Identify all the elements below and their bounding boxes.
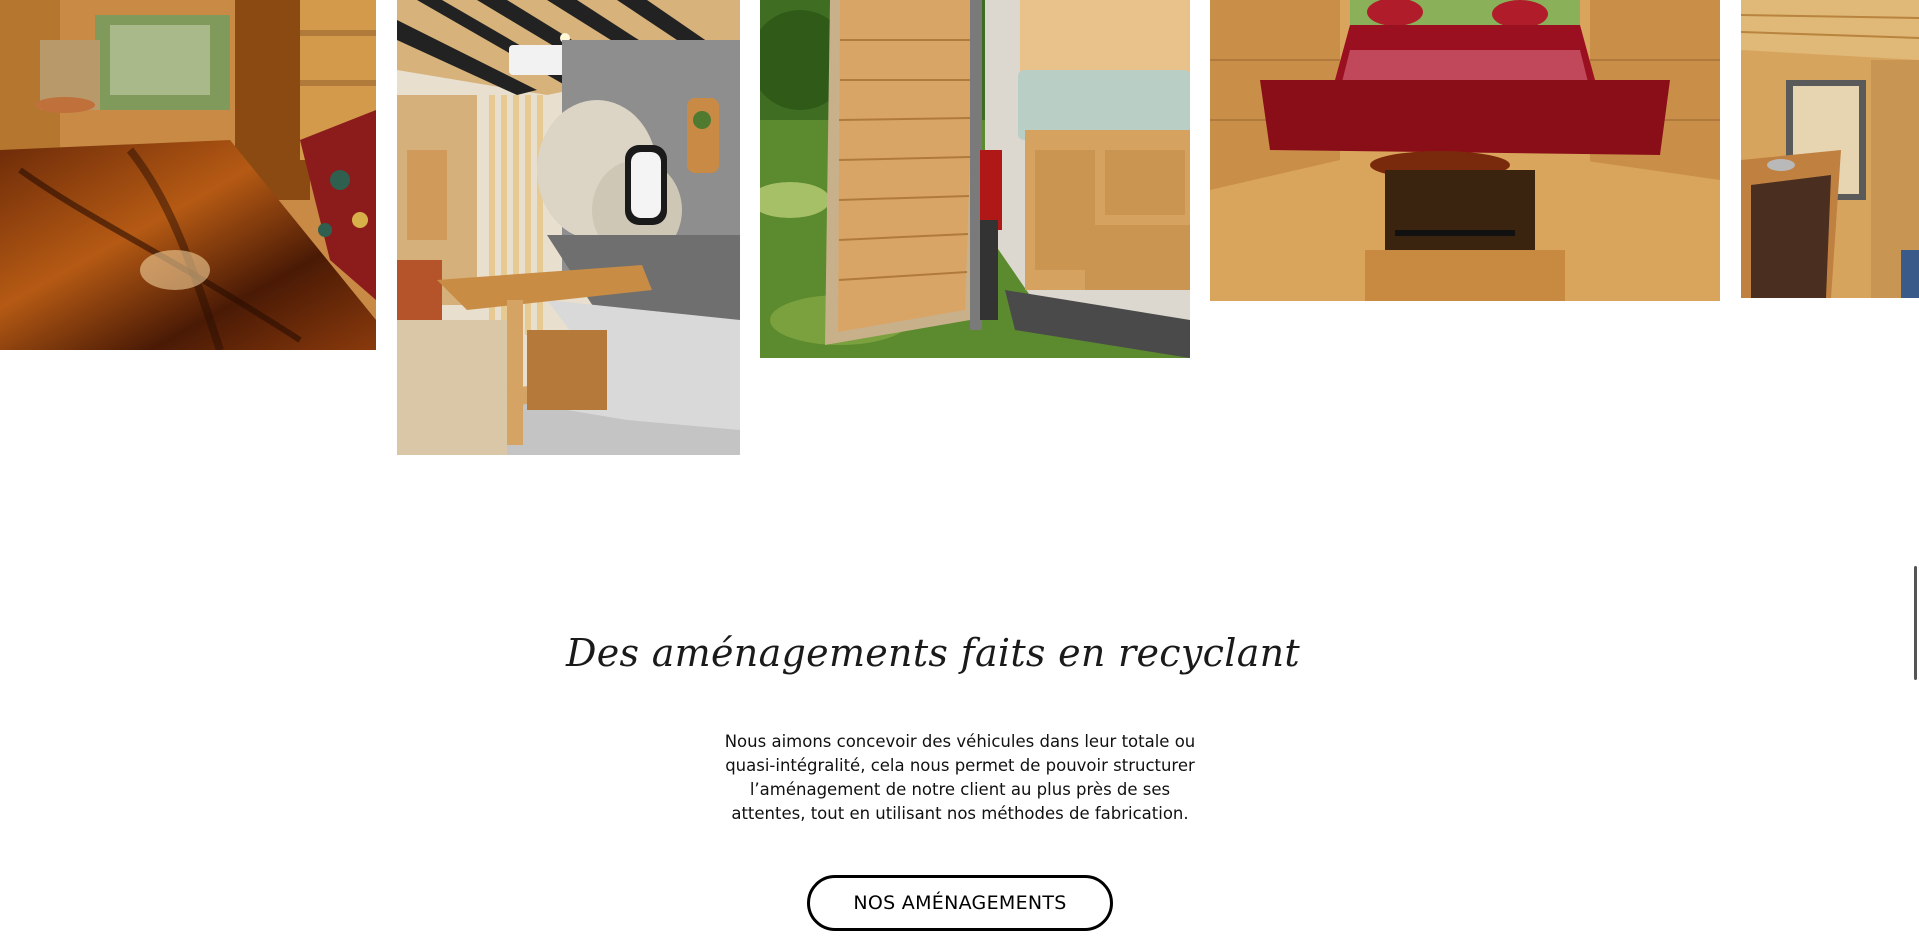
gallery-image-van-bed-red-blanket[interactable] <box>1210 0 1720 301</box>
van-kitchen-photo <box>1741 0 1919 298</box>
van-dining-photo <box>397 0 740 455</box>
section-description: Nous aimons concevoir des véhicules dans… <box>724 732 1196 823</box>
van-rear-photo <box>760 0 1190 358</box>
gallery-image-van-kitchen-counter[interactable] <box>1741 0 1919 298</box>
gallery-image-van-dining-bench[interactable] <box>397 0 740 455</box>
nos-amenagements-button[interactable]: NOS AMÉNAGEMENTS <box>807 875 1113 931</box>
gallery-image-van-interior-wooden-table[interactable] <box>0 0 376 350</box>
van-interior-photo <box>0 0 376 350</box>
scrollbar-thumb[interactable] <box>1914 566 1917 680</box>
section-heading: Des aménagements faits en recyclant <box>565 631 1300 675</box>
gallery-image-van-rear-door-open[interactable] <box>760 0 1190 358</box>
van-bed-photo <box>1210 0 1720 301</box>
